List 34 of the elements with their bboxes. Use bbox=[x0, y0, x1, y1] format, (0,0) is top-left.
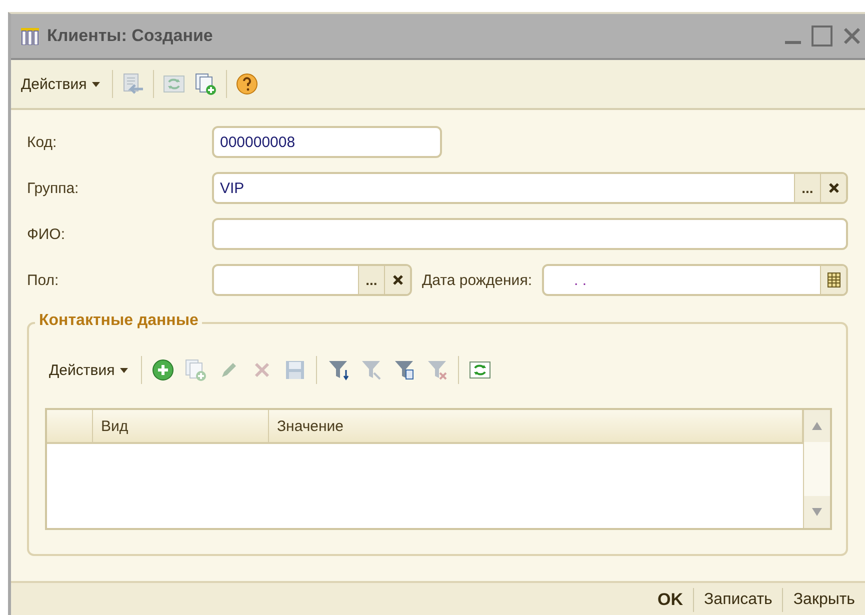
code-field[interactable]: 000000008 bbox=[212, 126, 442, 158]
caret-icon bbox=[120, 368, 128, 372]
scroll-bar[interactable] bbox=[803, 410, 830, 528]
clear-icon[interactable] bbox=[384, 266, 410, 294]
table-icon bbox=[21, 28, 39, 44]
footer-button[interactable]: Записать bbox=[693, 588, 782, 612]
clear-icon[interactable] bbox=[820, 174, 846, 202]
actions-menu[interactable]: Действия bbox=[45, 360, 132, 380]
field-label: ФИО: bbox=[27, 226, 66, 242]
plus-circle-icon[interactable] bbox=[150, 358, 175, 382]
column-header[interactable]: Вид bbox=[93, 410, 269, 442]
full-name-field[interactable] bbox=[212, 218, 848, 250]
caret-icon bbox=[92, 82, 100, 86]
scroll-up-icon[interactable] bbox=[804, 410, 830, 442]
field-label: Группа: bbox=[27, 180, 80, 196]
actions-menu[interactable]: Действия bbox=[17, 74, 104, 94]
group-field[interactable]: VIP ... bbox=[212, 172, 848, 204]
copy-plus-icon[interactable] bbox=[194, 72, 218, 96]
footer-button[interactable]: Закрыть bbox=[782, 588, 865, 612]
group-title: Контактные данные bbox=[35, 312, 202, 330]
choose-button[interactable]: ... bbox=[794, 174, 820, 202]
help-icon[interactable] bbox=[234, 72, 259, 96]
calendar-icon[interactable] bbox=[820, 266, 846, 294]
field-label: Дата рождения: bbox=[422, 272, 532, 288]
scroll-down-icon[interactable] bbox=[804, 496, 830, 528]
close-icon[interactable] bbox=[843, 27, 861, 45]
field-label: Код: bbox=[27, 134, 58, 150]
gender-field[interactable]: ... bbox=[212, 264, 412, 296]
maximize-icon[interactable] bbox=[811, 25, 833, 47]
ok-button[interactable]: OK bbox=[648, 588, 693, 612]
birth-date-field[interactable]: . . bbox=[542, 264, 848, 296]
field-label: Пол: bbox=[27, 272, 60, 288]
choose-button[interactable]: ... bbox=[358, 266, 384, 294]
window-title: Клиенты: Создание bbox=[47, 26, 214, 46]
